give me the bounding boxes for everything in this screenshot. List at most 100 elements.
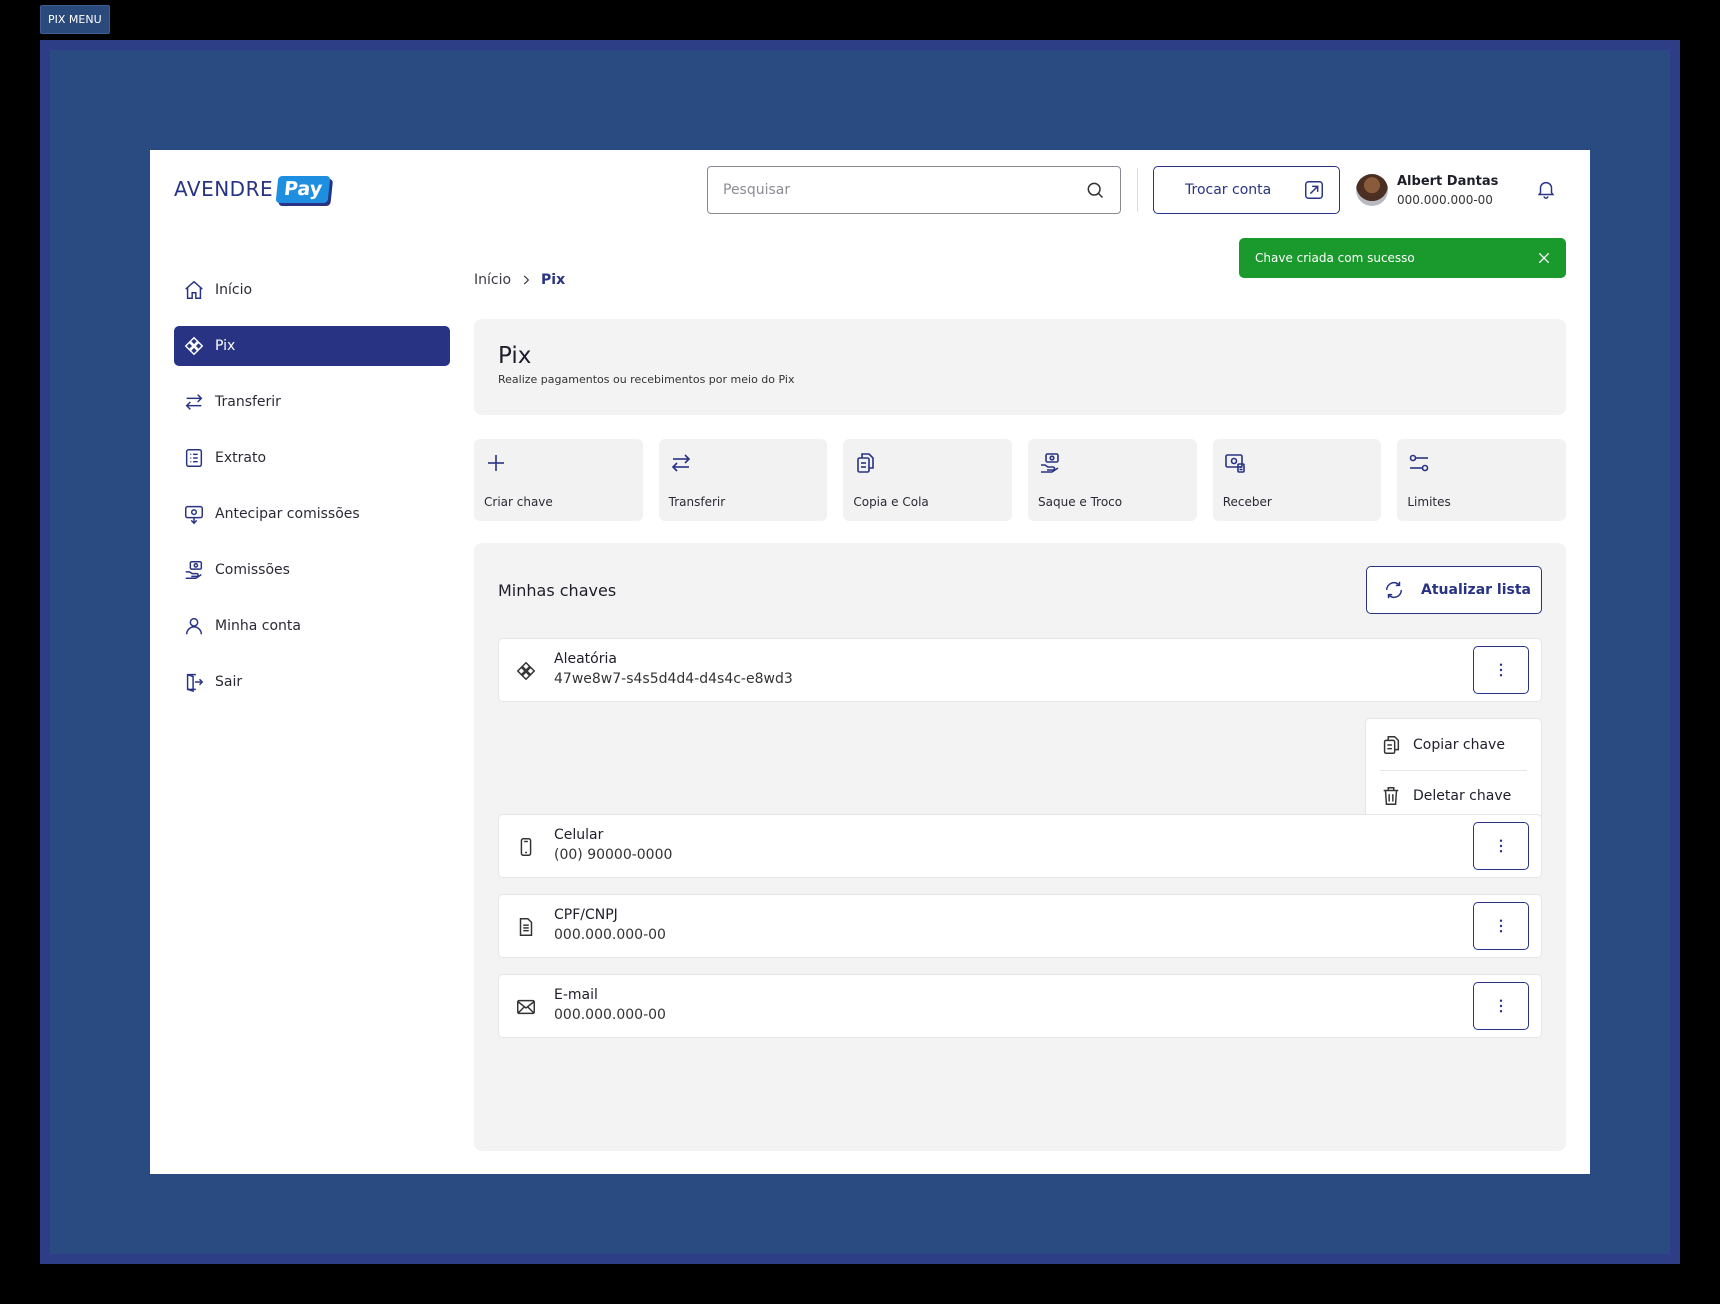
refresh-list-label: Atualizar lista bbox=[1421, 582, 1531, 598]
sidebar-item-antecipar-comissoes[interactable]: Antecipar comissões bbox=[174, 494, 450, 534]
key-value: 000.000.000-00 bbox=[554, 927, 666, 943]
search-icon[interactable] bbox=[1085, 180, 1105, 200]
sidebar-item-minha-conta[interactable]: Minha conta bbox=[174, 606, 450, 646]
key-options-button[interactable] bbox=[1473, 822, 1529, 870]
header-divider bbox=[1137, 168, 1138, 212]
action-tiles: Criar chave Transferir Copia e Cola Saqu… bbox=[474, 439, 1567, 521]
outer-frame-inner: AVENDRE Pay Trocar conta Albert Dantas 0… bbox=[50, 50, 1670, 1254]
key-options-button[interactable] bbox=[1473, 982, 1529, 1030]
plus-icon bbox=[484, 451, 633, 475]
sidebar-item-label: Sair bbox=[215, 674, 243, 690]
anticipate-icon bbox=[183, 503, 215, 525]
home-icon bbox=[183, 279, 215, 301]
refresh-list-button[interactable]: Atualizar lista bbox=[1366, 566, 1542, 614]
page-title: Pix bbox=[498, 343, 532, 369]
frame-label: PIX MENU bbox=[40, 5, 110, 34]
transfer-icon bbox=[183, 391, 215, 413]
action-copy-paste[interactable]: Copia e Cola bbox=[843, 439, 1013, 521]
cash-hand-icon bbox=[1038, 451, 1187, 475]
sidebar-item-pix[interactable]: Pix bbox=[174, 326, 450, 366]
avatar[interactable] bbox=[1356, 174, 1388, 206]
sidebar-item-label: Minha conta bbox=[215, 618, 301, 634]
user-document: 000.000.000-00 bbox=[1397, 193, 1493, 207]
action-label: Saque e Troco bbox=[1038, 495, 1123, 509]
action-withdraw-change[interactable]: Saque e Troco bbox=[1028, 439, 1197, 521]
toast-message: Chave criada com sucesso bbox=[1255, 251, 1415, 265]
breadcrumb-home[interactable]: Início bbox=[474, 272, 511, 288]
sidebar-item-inicio[interactable]: Início bbox=[174, 270, 450, 310]
statement-icon bbox=[183, 447, 215, 469]
key-options-menu: Copiar chave Deletar chave bbox=[1365, 718, 1542, 822]
action-label: Transferir bbox=[668, 495, 726, 509]
breadcrumb-current: Pix bbox=[541, 272, 566, 288]
switch-account-label: Trocar conta bbox=[1185, 182, 1272, 198]
search-input[interactable] bbox=[723, 182, 1085, 198]
mail-icon bbox=[515, 996, 537, 1018]
sidebar-item-extrato[interactable]: Extrato bbox=[174, 438, 450, 478]
chevron-right-icon bbox=[511, 273, 541, 287]
transfer-icon bbox=[669, 451, 818, 475]
breadcrumb: Início Pix bbox=[474, 272, 565, 288]
key-row-cpf-cnpj: CPF/CNPJ 000.000.000-00 bbox=[498, 894, 1542, 958]
key-type: Aleatória bbox=[554, 651, 617, 667]
sidebar-item-label: Transferir bbox=[215, 394, 281, 410]
logo[interactable]: AVENDRE Pay bbox=[174, 172, 331, 206]
trash-icon bbox=[1380, 785, 1413, 807]
copy-key-menu-item[interactable]: Copiar chave bbox=[1380, 719, 1527, 770]
sidebar-item-comissoes[interactable]: Comissões bbox=[174, 550, 450, 590]
page-subtitle: Realize pagamentos ou recebimentos por m… bbox=[498, 373, 795, 386]
key-row-email: E-mail 000.000.000-00 bbox=[498, 974, 1542, 1038]
pix-icon bbox=[515, 660, 537, 682]
pix-icon bbox=[183, 335, 215, 357]
more-vertical-icon bbox=[1492, 917, 1510, 935]
action-receive[interactable]: Receber bbox=[1212, 439, 1382, 521]
refresh-icon bbox=[1383, 579, 1421, 601]
close-icon[interactable] bbox=[1536, 250, 1552, 266]
copy-icon bbox=[1380, 734, 1413, 756]
user-icon bbox=[183, 615, 215, 637]
more-vertical-icon bbox=[1492, 997, 1510, 1015]
action-limits[interactable]: Limites bbox=[1397, 439, 1567, 521]
logo-badge: Pay bbox=[275, 175, 331, 203]
key-row-phone: Celular (00) 90000-0000 bbox=[498, 814, 1542, 878]
phone-icon bbox=[515, 836, 537, 858]
copy-key-label: Copiar chave bbox=[1413, 736, 1505, 753]
key-type: E-mail bbox=[554, 987, 598, 1003]
action-transfer[interactable]: Transferir bbox=[658, 439, 828, 521]
sidebar-item-transferir[interactable]: Transferir bbox=[174, 382, 450, 422]
keys-title: Minhas chaves bbox=[498, 581, 617, 600]
sliders-icon bbox=[1407, 451, 1556, 475]
action-label: Copia e Cola bbox=[853, 495, 929, 509]
sidebar-item-label: Início bbox=[215, 282, 253, 298]
action-label: Receber bbox=[1222, 495, 1272, 509]
key-row-random: Aleatória 47we8w7-s4s5d4d4-d4s4c-e8wd3 bbox=[498, 638, 1542, 702]
sidebar-item-label: Antecipar comissões bbox=[215, 506, 360, 522]
delete-key-label: Deletar chave bbox=[1413, 788, 1512, 804]
sidebar-item-label: Comissões bbox=[215, 562, 290, 578]
search-box bbox=[707, 166, 1121, 214]
more-vertical-icon bbox=[1492, 837, 1510, 855]
action-create-key[interactable]: Criar chave bbox=[474, 439, 643, 521]
document-icon bbox=[515, 916, 537, 938]
external-arrow-icon bbox=[1303, 179, 1325, 201]
sidebar: Início Pix Transferir Extrato Antecipar … bbox=[174, 270, 450, 718]
copy-icon bbox=[853, 451, 1002, 475]
success-toast: Chave criada com sucesso bbox=[1239, 238, 1566, 278]
more-vertical-icon bbox=[1492, 661, 1510, 679]
key-value: 000.000.000-00 bbox=[554, 1007, 666, 1023]
logout-icon bbox=[183, 671, 215, 693]
key-type: Celular bbox=[554, 827, 604, 843]
switch-account-button[interactable]: Trocar conta bbox=[1153, 166, 1340, 214]
key-options-button[interactable] bbox=[1473, 902, 1529, 950]
bell-icon[interactable] bbox=[1535, 178, 1557, 200]
commissions-icon bbox=[183, 559, 215, 581]
app-window: AVENDRE Pay Trocar conta Albert Dantas 0… bbox=[150, 150, 1590, 1174]
receive-icon bbox=[1223, 451, 1372, 475]
key-value: 47we8w7-s4s5d4d4-d4s4c-e8wd3 bbox=[554, 671, 793, 687]
key-options-button[interactable] bbox=[1473, 646, 1529, 694]
sidebar-item-sair[interactable]: Sair bbox=[174, 662, 450, 702]
sidebar-item-label: Extrato bbox=[215, 450, 267, 466]
user-name: Albert Dantas bbox=[1397, 174, 1499, 189]
key-value: (00) 90000-0000 bbox=[554, 847, 673, 863]
action-label: Criar chave bbox=[484, 495, 553, 509]
